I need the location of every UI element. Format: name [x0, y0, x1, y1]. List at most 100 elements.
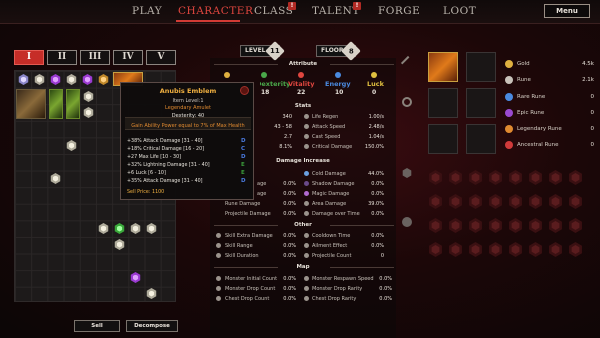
gem-item[interactable] [48, 72, 63, 87]
helmet-slot[interactable] [428, 88, 458, 118]
sell-button[interactable]: Sell [74, 320, 120, 332]
gem-item[interactable] [16, 72, 31, 87]
stat-label: Rune Damage [225, 201, 261, 207]
chest-icon [216, 296, 221, 301]
gem-item[interactable] [64, 138, 79, 153]
cooldown-icon [304, 233, 309, 238]
gem-item[interactable] [81, 89, 96, 104]
tab-play[interactable]: PLAY [132, 5, 162, 17]
gem-item[interactable] [96, 72, 111, 87]
rune-socket[interactable] [549, 218, 562, 233]
rune-socket[interactable] [469, 170, 482, 185]
rune-socket[interactable] [529, 170, 542, 185]
rune-socket[interactable] [489, 242, 502, 257]
inventory-tab-1[interactable]: I [14, 50, 44, 65]
rune-socket[interactable] [569, 194, 582, 209]
rune-socket[interactable] [469, 242, 482, 257]
energy-value: 10 [335, 89, 344, 96]
rune-socket[interactable] [549, 170, 562, 185]
armor-item-icon[interactable] [16, 89, 46, 119]
rune-socket[interactable] [509, 170, 522, 185]
rune-socket[interactable] [469, 194, 482, 209]
rune-socket[interactable] [509, 242, 522, 257]
gloves-slot[interactable] [428, 124, 458, 154]
rune-socket[interactable] [449, 170, 462, 185]
rune-socket[interactable] [569, 242, 582, 257]
ring-slot[interactable] [466, 52, 496, 82]
respawn-icon [304, 276, 309, 281]
energy-icon [335, 72, 341, 78]
stat-label: Monster Drop Rarity [312, 286, 363, 292]
stat-label: Critical Damage [312, 144, 353, 150]
chest-slot[interactable] [466, 88, 496, 118]
decompose-button[interactable]: Decompose [126, 320, 178, 332]
gem-icon [66, 74, 77, 85]
gem-item[interactable] [32, 72, 47, 87]
gem-item[interactable] [144, 221, 159, 236]
rune-socket[interactable] [489, 170, 502, 185]
rune-socket[interactable] [529, 194, 542, 209]
luck-value: 0 [372, 89, 377, 96]
resource-value: 0 [590, 94, 595, 100]
rune-socket[interactable] [549, 242, 562, 257]
resource-label: Ancestral Rune [517, 142, 559, 148]
amulet-slot[interactable] [428, 52, 458, 82]
rune-socket[interactable] [489, 218, 502, 233]
rune-socket[interactable] [529, 242, 542, 257]
stat-value: 0.0% [283, 233, 296, 239]
stat-label: Attack Speed [312, 124, 346, 130]
stat-label: Skill Duration [225, 253, 259, 259]
rune-socket[interactable] [569, 218, 582, 233]
rune-socket[interactable] [509, 194, 522, 209]
item-level: Item Level:1 [172, 98, 204, 104]
rune-socket[interactable] [489, 194, 502, 209]
tab-forge[interactable]: FORGE [378, 5, 420, 17]
boots-item-icon[interactable] [49, 89, 63, 119]
item-tooltip: Anubis Emblem Item Level:1 Legendary Amu… [120, 82, 254, 200]
rune-socket[interactable] [449, 242, 462, 257]
stat-label: Monster Drop Count [225, 286, 276, 292]
rune-socket[interactable] [429, 194, 442, 209]
tooltip-close-icon[interactable] [240, 86, 249, 95]
gem-item[interactable] [128, 221, 143, 236]
rune-socket[interactable] [569, 170, 582, 185]
menu-button[interactable]: Menu [544, 4, 590, 18]
inventory-tab-5[interactable]: V [146, 50, 176, 65]
rune-socket[interactable] [549, 194, 562, 209]
inventory-tab-3[interactable]: III [80, 50, 110, 65]
gem-item[interactable] [112, 237, 127, 252]
gem-item[interactable] [64, 72, 79, 87]
resource-label: Epic Rune [517, 110, 545, 116]
stat-value: 340 [282, 114, 292, 120]
inventory-tab-4[interactable]: IV [113, 50, 143, 65]
rune-socket[interactable] [509, 218, 522, 233]
rune-socket[interactable] [429, 242, 442, 257]
rune-socket[interactable] [429, 170, 442, 185]
gem-item[interactable] [81, 105, 96, 120]
gem-item[interactable] [128, 270, 143, 285]
tab-loot[interactable]: LOOT [443, 5, 476, 17]
gem-icon [146, 288, 157, 299]
affix-line: +6 Luck [6 - 10] [127, 171, 166, 176]
affix-tier: D [241, 154, 246, 160]
gem-item[interactable] [96, 221, 111, 236]
rune-socket[interactable] [529, 218, 542, 233]
boots-item-icon[interactable] [66, 89, 80, 119]
resource-value: 0 [590, 110, 595, 116]
rune-socket[interactable] [469, 218, 482, 233]
tab-character[interactable]: CHARACTER [178, 5, 253, 17]
gem-item[interactable] [144, 286, 159, 301]
inventory-tab-2[interactable]: II [47, 50, 77, 65]
rune-socket[interactable] [449, 194, 462, 209]
boots-slot[interactable] [466, 124, 496, 154]
stat-label: age [257, 181, 267, 187]
rune-socket[interactable] [449, 218, 462, 233]
gem-item[interactable] [80, 72, 95, 87]
gem-item[interactable] [48, 171, 63, 186]
stat-label: Ailment Effect [312, 243, 348, 249]
gem-item[interactable] [112, 221, 127, 236]
rune-row [426, 194, 596, 214]
stat-label: Magic Damage [312, 191, 350, 197]
divider [330, 225, 394, 226]
rune-socket[interactable] [429, 218, 442, 233]
